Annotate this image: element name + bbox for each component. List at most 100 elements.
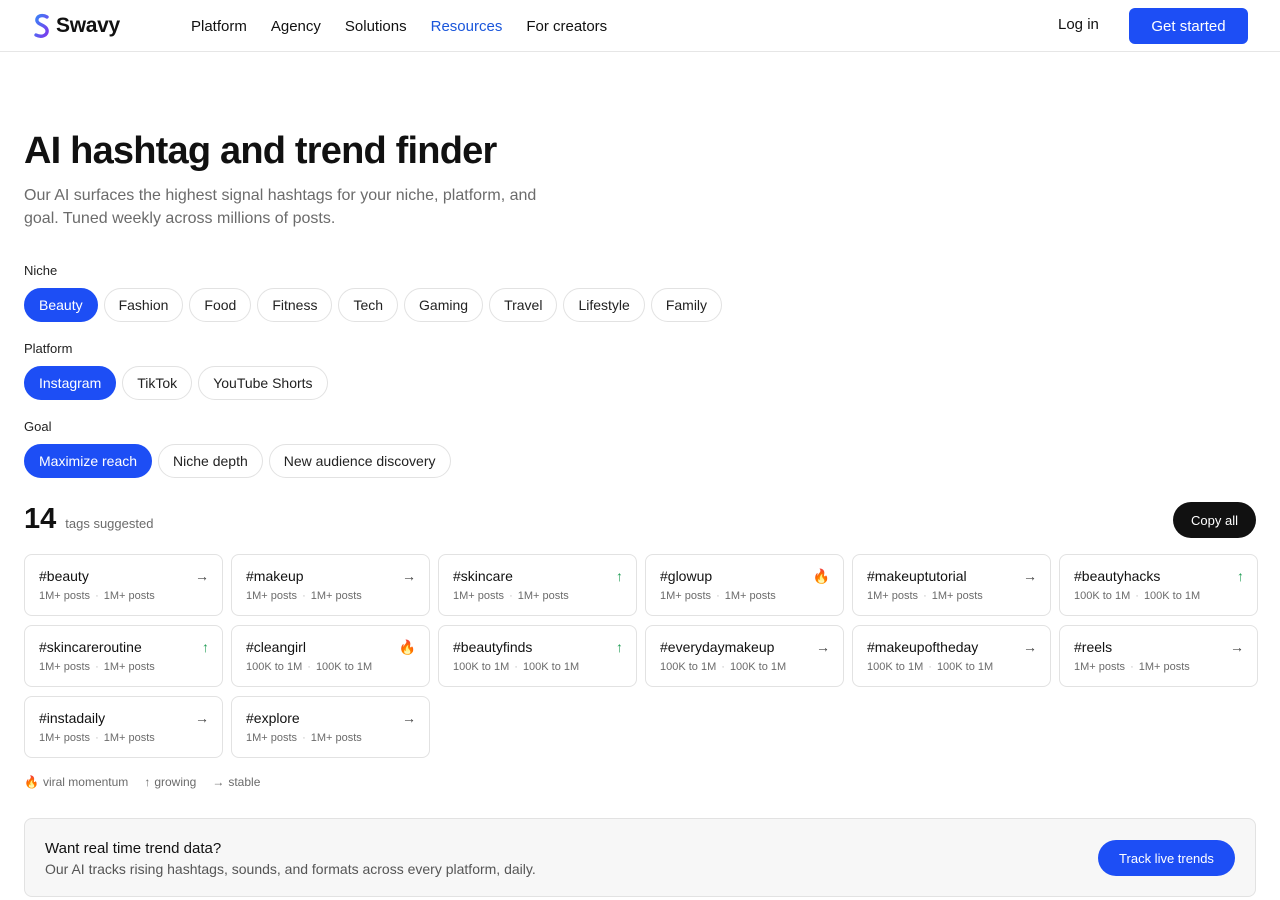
separator-dot: · bbox=[1135, 590, 1139, 602]
hashtag-card[interactable]: #instadaily 1M+ posts · 1M+ posts → bbox=[24, 696, 223, 758]
hashtag-volume: 1M+ posts · 1M+ posts bbox=[246, 732, 415, 744]
login-link[interactable]: Log in bbox=[1058, 16, 1099, 33]
logo[interactable]: Swavy bbox=[32, 13, 120, 39]
platform-chip-youtube-shorts[interactable]: YouTube Shorts bbox=[198, 366, 328, 400]
goal-chip-maximize-reach[interactable]: Maximize reach bbox=[24, 444, 153, 478]
hashtag-volume: 1M+ posts · 1M+ posts bbox=[660, 590, 829, 602]
volume-value: 1M+ posts bbox=[103, 590, 155, 602]
nav-agency[interactable]: Agency bbox=[271, 18, 321, 35]
goal-chip-niche-depth[interactable]: Niche depth bbox=[158, 444, 263, 478]
hashtag-label: #everydaymakeup bbox=[660, 639, 775, 655]
hashtag-volume: 100K to 1M · 100K to 1M bbox=[660, 661, 829, 673]
hashtag-card[interactable]: #beautyfinds 100K to 1M · 100K to 1M ↑ bbox=[438, 625, 637, 687]
track-live-trends-button[interactable]: Track live trends bbox=[1098, 840, 1235, 876]
hashtag-card[interactable]: #skincare 1M+ posts · 1M+ posts ↑ bbox=[438, 554, 637, 616]
niche-chip-tech[interactable]: Tech bbox=[338, 288, 399, 322]
volume-value: 100K to 1M bbox=[453, 661, 510, 673]
arrow-right-icon: → bbox=[195, 568, 209, 584]
volume-value: 1M+ posts bbox=[39, 590, 91, 602]
separator-dot: · bbox=[95, 661, 99, 673]
niche-chip-travel[interactable]: Travel bbox=[489, 288, 558, 322]
volume-value: 1M+ posts bbox=[724, 590, 776, 602]
arrow-right-icon: → bbox=[816, 639, 830, 655]
hashtag-label: #skincareroutine bbox=[39, 639, 142, 655]
separator-dot: · bbox=[302, 590, 306, 602]
arrow-right-icon: → bbox=[402, 568, 416, 584]
nav-platform[interactable]: Platform bbox=[191, 18, 247, 35]
hashtag-label: #cleangirl bbox=[246, 639, 306, 655]
hashtag-card[interactable]: #makeupoftheday 100K to 1M · 100K to 1M → bbox=[852, 625, 1051, 687]
niche-chip-family[interactable]: Family bbox=[650, 288, 723, 322]
volume-value: 1M+ posts bbox=[39, 661, 91, 673]
goal-chip-group: Maximize reach Niche depth New audience di… bbox=[24, 444, 451, 478]
hashtag-card[interactable]: #makeup 1M+ posts · 1M+ posts → bbox=[231, 554, 430, 616]
nav-for-creators[interactable]: For creators bbox=[526, 18, 607, 35]
arrow-up-icon: ↑ bbox=[616, 639, 623, 655]
niche-chip-fashion[interactable]: Fashion bbox=[103, 288, 184, 322]
hashtag-card[interactable]: #cleangirl 100K to 1M · 100K to 1M 🔥 bbox=[231, 625, 430, 687]
banner-text: Our AI tracks rising hashtags, sounds, a… bbox=[45, 861, 536, 877]
separator-dot: · bbox=[721, 661, 725, 673]
fire-icon: 🔥 bbox=[812, 568, 830, 584]
nav-resources[interactable]: Resources bbox=[431, 18, 503, 35]
platform-chip-instagram[interactable]: Instagram bbox=[24, 366, 117, 400]
legend-growing-label: growing bbox=[154, 775, 197, 789]
platform-chip-tiktok[interactable]: TikTok bbox=[122, 366, 193, 400]
hashtag-grid: #beauty 1M+ posts · 1M+ posts → #makeup 1M+ po… bbox=[24, 554, 1258, 758]
arrow-right-icon: → bbox=[1023, 568, 1037, 584]
niche-label: Niche bbox=[24, 263, 58, 278]
hashtag-card[interactable]: #makeuptutorial 1M+ posts · 1M+ posts → bbox=[852, 554, 1051, 616]
volume-value: 100K to 1M bbox=[729, 661, 787, 673]
hashtag-label: #beauty bbox=[39, 568, 89, 584]
volume-value: 1M+ posts bbox=[39, 732, 91, 744]
results-count-number: 14 bbox=[24, 503, 57, 535]
hashtag-card[interactable]: #everydaymakeup 100K to 1M · 100K to 1M → bbox=[645, 625, 844, 687]
hashtag-volume: 1M+ posts · 1M+ posts bbox=[1074, 661, 1243, 673]
banner-title: Want real time trend data? bbox=[45, 840, 222, 857]
volume-value: 1M+ posts bbox=[310, 590, 362, 602]
volume-value: 1M+ posts bbox=[1074, 661, 1126, 673]
legend-viral: 🔥 viral momentum bbox=[24, 775, 128, 789]
get-started-button[interactable]: Get started bbox=[1129, 8, 1248, 44]
hashtag-card[interactable]: #beautyhacks 100K to 1M · 100K to 1M ↑ bbox=[1059, 554, 1258, 616]
separator-dot: · bbox=[95, 732, 99, 744]
volume-value: 1M+ posts bbox=[931, 590, 983, 602]
separator-dot: · bbox=[716, 590, 720, 602]
niche-chip-fitness[interactable]: Fitness bbox=[257, 288, 333, 322]
hashtag-volume: 1M+ posts · 1M+ posts bbox=[246, 590, 415, 602]
hashtag-card[interactable]: #glowup 1M+ posts · 1M+ posts 🔥 bbox=[645, 554, 844, 616]
arrow-up-icon: ↑ bbox=[1237, 568, 1244, 584]
volume-value: 100K to 1M bbox=[936, 661, 994, 673]
platform-chip-group: Instagram TikTok YouTube Shorts bbox=[24, 366, 328, 400]
separator-dot: · bbox=[923, 590, 927, 602]
volume-value: 1M+ posts bbox=[660, 590, 712, 602]
main-nav: Platform Agency Solutions Resources For … bbox=[191, 0, 607, 52]
legend-stable: → stable bbox=[212, 775, 260, 789]
copy-all-button[interactable]: Copy all bbox=[1173, 502, 1256, 538]
niche-chip-food[interactable]: Food bbox=[189, 288, 252, 322]
nav-solutions[interactable]: Solutions bbox=[345, 18, 407, 35]
hashtag-card[interactable]: #beauty 1M+ posts · 1M+ posts → bbox=[24, 554, 223, 616]
niche-chip-lifestyle[interactable]: Lifestyle bbox=[563, 288, 645, 322]
volume-value: 1M+ posts bbox=[1138, 661, 1190, 673]
niche-chip-gaming[interactable]: Gaming bbox=[404, 288, 484, 322]
niche-chip-beauty[interactable]: Beauty bbox=[24, 288, 98, 322]
legend-stable-label: stable bbox=[228, 775, 261, 789]
goal-chip-new-audience-discovery[interactable]: New audience discovery bbox=[268, 444, 451, 478]
volume-value: 1M+ posts bbox=[517, 590, 569, 602]
volume-value: 100K to 1M bbox=[867, 661, 924, 673]
platform-label: Platform bbox=[24, 341, 73, 356]
legend-growing: ↑ growing bbox=[144, 775, 196, 789]
volume-value: 100K to 1M bbox=[246, 661, 303, 673]
hashtag-volume: 100K to 1M · 100K to 1M bbox=[246, 661, 415, 673]
hashtag-card[interactable]: #skincareroutine 1M+ posts · 1M+ posts ↑ bbox=[24, 625, 223, 687]
volume-value: 1M+ posts bbox=[867, 590, 919, 602]
hashtag-volume: 1M+ posts · 1M+ posts bbox=[453, 590, 622, 602]
niche-chip-group: Beauty Fashion Food Fitness Tech Gaming Travel… bbox=[24, 288, 723, 322]
hashtag-card[interactable]: #explore 1M+ posts · 1M+ posts → bbox=[231, 696, 430, 758]
separator-dot: · bbox=[514, 661, 518, 673]
arrow-up-icon: ↑ bbox=[144, 775, 151, 789]
results-count: 14 tags suggested bbox=[24, 503, 153, 536]
volume-value: 100K to 1M bbox=[315, 661, 373, 673]
hashtag-card[interactable]: #reels 1M+ posts · 1M+ posts → bbox=[1059, 625, 1258, 687]
